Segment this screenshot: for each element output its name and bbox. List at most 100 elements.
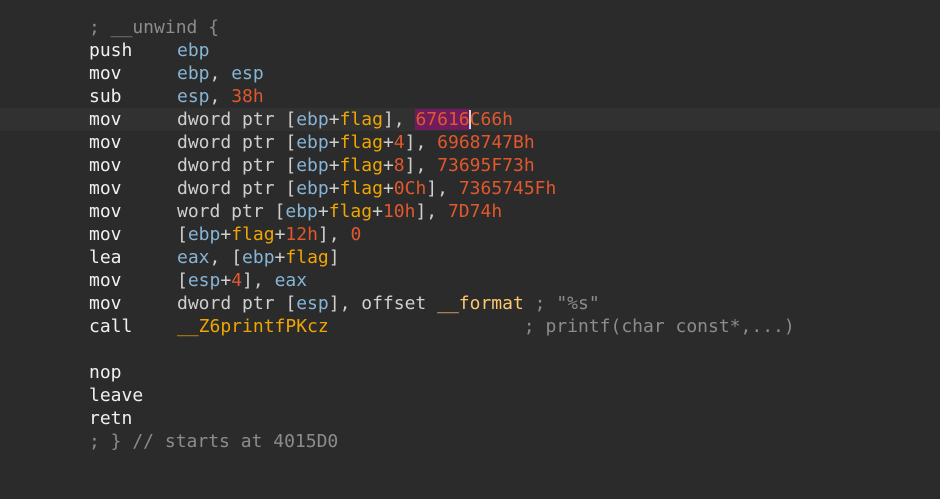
mnemonic: mov [89, 224, 122, 245]
operand-text: + [382, 155, 394, 176]
register-operand[interactable]: ebp [177, 40, 210, 61]
operands: esp, 38h [177, 85, 264, 108]
instruction-line[interactable]: mov dword ptr [ebp+flag], 67616C66h [0, 108, 940, 131]
instruction-line[interactable]: nop [0, 361, 940, 384]
operand-text: [ [177, 224, 188, 245]
operand-text: + [274, 224, 286, 245]
mnemonic: nop [89, 362, 122, 383]
operands: dword ptr [esp], offset __format ; "%s" [177, 292, 600, 315]
operands: [esp+4], eax [177, 269, 307, 292]
register-operand[interactable]: eax [275, 270, 308, 291]
mnemonic: retn [89, 408, 133, 429]
register-operand[interactable]: eax [177, 247, 210, 268]
immediate-value[interactable]: 7365745Fh [459, 178, 557, 199]
register-operand[interactable]: esp [177, 86, 210, 107]
variable-reference[interactable]: flag [340, 132, 383, 153]
operand-text: [ [177, 270, 188, 291]
immediate-value[interactable]: 4 [231, 270, 242, 291]
operand-text: dword ptr [ [177, 109, 297, 130]
register-operand[interactable]: ebp [188, 224, 221, 245]
variable-reference[interactable]: flag [340, 155, 383, 176]
instruction-line[interactable]: mov word ptr [ebp+flag+10h], 7D74h [0, 200, 940, 223]
immediate-value[interactable]: 38h [231, 86, 264, 107]
variable-reference[interactable]: flag [285, 247, 328, 268]
variable-reference[interactable]: flag [329, 201, 372, 222]
instruction-line[interactable]: mov ebp, esp [0, 62, 940, 85]
instruction-line[interactable]: mov dword ptr [ebp+flag+4], 6968747Bh [0, 131, 940, 154]
mnemonic: leave [89, 385, 144, 406]
comment-text: ; __unwind { [89, 17, 220, 38]
mnemonic: call [89, 316, 133, 337]
immediate-value[interactable]: 8 [394, 155, 405, 176]
mnemonic: mov [89, 178, 122, 199]
instruction-line[interactable]: mov [esp+4], eax [0, 269, 940, 292]
symbol-reference[interactable]: __format [437, 293, 524, 314]
immediate-value[interactable]: 0Ch [394, 178, 427, 199]
operands: dword ptr [ebp+flag+4], 6968747Bh [177, 131, 535, 154]
instruction-line[interactable]: mov dword ptr [ebp+flag+0Ch], 7365745Fh [0, 177, 940, 200]
operands: [ebp+flag+12h], 0 [177, 223, 361, 246]
immediate-value[interactable]: 7D74h [448, 201, 502, 222]
operands: word ptr [ebp+flag+10h], 7D74h [177, 200, 502, 223]
operands: dword ptr [ebp+flag+8], 73695F73h [177, 154, 535, 177]
operand-text: dword ptr [ [177, 178, 297, 199]
operand-text: ], [317, 224, 351, 245]
immediate-value[interactable]: 4 [394, 132, 405, 153]
immediate-value[interactable]: 0 [350, 224, 361, 245]
instruction-line[interactable]: mov dword ptr [ebp+flag+8], 73695F73h [0, 154, 940, 177]
immediate-value[interactable]: 6968747Bh [437, 132, 535, 153]
variable-reference[interactable]: flag [231, 224, 274, 245]
register-operand[interactable]: ebp [296, 109, 329, 130]
mnemonic: mov [89, 155, 122, 176]
immediate-value[interactable]: 73695F73h [437, 155, 535, 176]
operands: dword ptr [ebp+flag], 67616C66h [177, 108, 513, 131]
highlighted-immediate[interactable]: 67616 [415, 109, 470, 130]
variable-reference[interactable]: __Z6printfPKcz [177, 316, 329, 337]
immediate-value[interactable]: 12h [285, 224, 318, 245]
operand-text: + [382, 178, 394, 199]
operand-text: + [372, 201, 383, 222]
operand-text: ] [328, 247, 340, 268]
comment-text: ; } // starts at 4015D0 [89, 431, 339, 452]
register-operand[interactable]: esp [188, 270, 221, 291]
variable-reference[interactable]: flag [340, 178, 383, 199]
operand-text: dword ptr [ [177, 132, 297, 153]
immediate-value[interactable]: C66h [470, 109, 513, 130]
mnemonic: mov [89, 132, 122, 153]
instruction-line[interactable]: leave [0, 384, 940, 407]
register-operand[interactable]: ebp [296, 132, 329, 153]
operands: dword ptr [ebp+flag+0Ch], 7365745Fh [177, 177, 556, 200]
operand-text: ], [426, 178, 459, 199]
register-operand[interactable]: ebp [296, 155, 329, 176]
proc-start-comment[interactable]: ; __unwind { [0, 16, 940, 39]
instruction-line[interactable]: call __Z6printfPKcz ; printf(char const*,… [0, 315, 940, 338]
operand-text: + [274, 247, 286, 268]
register-operand[interactable]: ebp [285, 201, 318, 222]
instruction-line[interactable]: retn [0, 407, 940, 430]
register-operand[interactable]: ebp [177, 63, 210, 84]
instruction-line[interactable]: sub esp, 38h [0, 85, 940, 108]
inline-comment: ; printf(char const*,...) [328, 316, 795, 337]
register-operand[interactable]: ebp [296, 178, 329, 199]
disassembly-view[interactable]: ; __unwind { push ebp mov ebp, esp sub esp, 3… [0, 0, 940, 463]
operand-text: + [220, 224, 232, 245]
operand-text: + [317, 201, 329, 222]
mnemonic: mov [89, 270, 122, 291]
instruction-line[interactable]: mov dword ptr [esp], offset __format ; "%… [0, 292, 940, 315]
mnemonic: mov [89, 293, 122, 314]
operand-text: ], [242, 270, 275, 291]
operand-text: ], [404, 132, 438, 153]
operand-text: word ptr [ [177, 201, 286, 222]
immediate-value[interactable]: 10h [383, 201, 416, 222]
register-operand[interactable]: ebp [242, 247, 275, 268]
mnemonic: mov [89, 201, 122, 222]
mnemonic: mov [89, 63, 122, 84]
instruction-line[interactable]: push ebp [0, 39, 940, 62]
operand-text: , [ [209, 247, 243, 268]
instruction-line[interactable]: lea eax, [ebp+flag] [0, 246, 940, 269]
variable-reference[interactable]: flag [340, 109, 383, 130]
proc-end-comment[interactable]: ; } // starts at 4015D0 [0, 430, 940, 453]
instruction-line[interactable]: mov [ebp+flag+12h], 0 [0, 223, 940, 246]
register-operand[interactable]: esp [296, 293, 329, 314]
register-operand[interactable]: esp [231, 63, 264, 84]
